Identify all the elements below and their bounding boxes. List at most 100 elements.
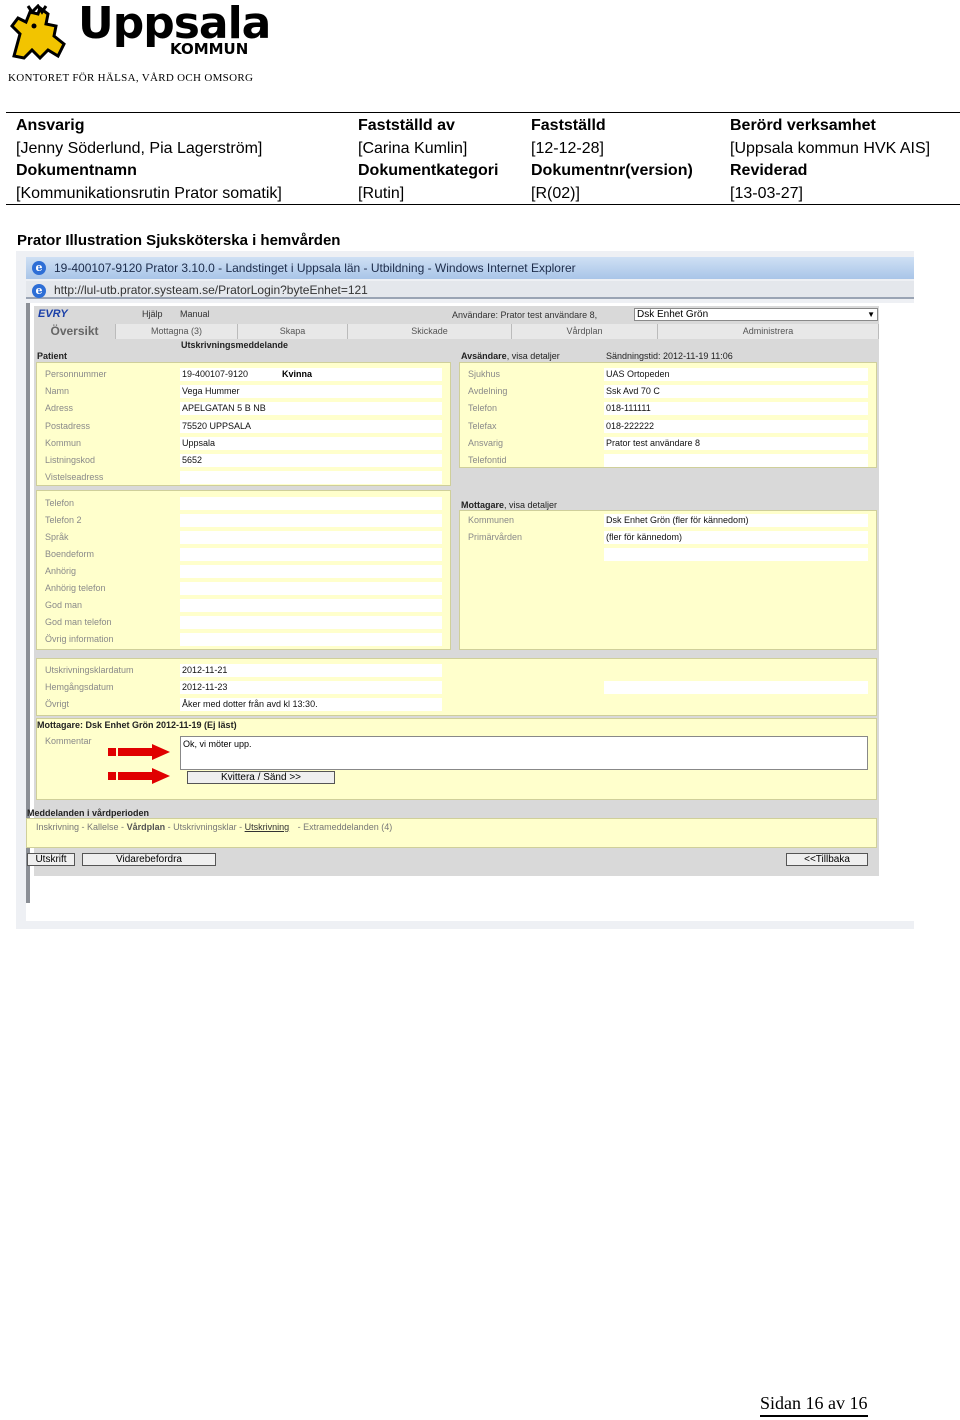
field-value: [180, 582, 442, 595]
red-arrow-icon: [108, 744, 170, 760]
field-value: Ssk Avd 70 C: [604, 385, 868, 399]
illustration-caption: Prator Illustration Sjuksköterska i hemv…: [17, 232, 341, 249]
office-subtitle: KONTORET FÖR HÄLSA, VÅRD OCH OMSORG: [8, 72, 254, 84]
field-label: Namn: [45, 386, 70, 397]
unit-select[interactable]: Dsk Enhet Grön ▼: [634, 308, 878, 321]
msg-utskrivningsklar[interactable]: Utskrivningsklar -: [173, 822, 242, 832]
msg-extra-separator: -: [297, 822, 301, 832]
field-label: Telefon: [468, 403, 498, 414]
unit-select-value: Dsk Enhet Grön: [637, 309, 709, 320]
message-links: Inskrivning - Kallelse - Vårdplan - Utsk…: [36, 822, 392, 832]
ansvarig-label: Ansvarig: [16, 117, 85, 134]
dropdown-arrow-icon: ▼: [867, 310, 875, 319]
reviderad-value: [13-03-27]: [730, 185, 803, 202]
field-value: [180, 531, 442, 544]
field-value: Vega Hummer: [180, 385, 442, 399]
field-label: Postadress: [45, 420, 91, 431]
sender-header-label: Avsändare: [461, 351, 507, 361]
field-label: Telefontid: [468, 455, 507, 465]
field-value: [180, 616, 442, 629]
field-label: Primärvården: [468, 532, 523, 542]
field-label: Telefax: [468, 420, 497, 431]
tab-skickade[interactable]: Skickade: [348, 324, 512, 339]
field-value: [180, 565, 442, 578]
browser-address-bar[interactable]: http://lul-utb.prator.systeam.se/PratorL…: [26, 281, 914, 299]
browser-titlebar: 19-400107-9120 Prator 3.10.0 - Landsting…: [26, 257, 914, 279]
discharge-empty-row: [604, 681, 868, 694]
field-label: Övrig information: [45, 634, 114, 644]
msg-vardplan[interactable]: Vårdplan: [127, 822, 166, 832]
field-value: UAS Ortopeden: [604, 368, 868, 381]
field-label: God man: [45, 600, 83, 610]
menu-help[interactable]: Hjälp: [142, 309, 163, 319]
dokumentnr-label: Dokumentnr(version): [531, 162, 693, 179]
field-label: Anhörig telefon: [45, 583, 106, 593]
field-value: APELGATAN 5 B NB: [180, 402, 442, 416]
field-label: Ansvarig: [468, 437, 504, 448]
dokumentnr-value: [R(02)]: [531, 185, 580, 202]
vidarebefordra-button[interactable]: Vidarebefordra: [82, 853, 216, 866]
field-label: Vistelseadress: [45, 472, 104, 483]
tillbaka-button[interactable]: <<Tillbaka: [786, 853, 868, 866]
field-value: [180, 599, 442, 612]
tab-mottagna[interactable]: Mottagna (3): [116, 324, 238, 339]
field-label: Listningskod: [45, 455, 96, 465]
tab-administrera[interactable]: Administrera: [658, 324, 879, 339]
tab-oversikt[interactable]: Översikt: [34, 324, 116, 339]
evry-logo: EVRY: [38, 308, 68, 320]
field-label: God man telefon: [45, 617, 112, 627]
field-value: 2012-11-23: [180, 681, 442, 694]
ie-logo-icon: e: [32, 261, 46, 275]
patient-header: Patient: [37, 351, 68, 361]
field-label: Avdelning: [468, 386, 508, 397]
field-value: 2012-11-21: [180, 664, 442, 677]
berord-verksamhet-value: [Uppsala kommun HVK AIS]: [730, 140, 931, 157]
receiver-details-link[interactable]: , visa detaljer: [504, 500, 557, 510]
msg-kallelse[interactable]: Kallelse -: [87, 822, 124, 832]
msg-utskrivning[interactable]: Utskrivning: [245, 822, 290, 832]
dokumentkategori-label: Dokumentkategori: [358, 162, 499, 179]
kvittera-send-button[interactable]: Kvittera / Sänd >>: [187, 771, 335, 784]
sender-details-link[interactable]: , visa detaljer: [507, 351, 560, 361]
faststalld-av-value: [Carina Kumlin]: [358, 140, 468, 157]
field-label: Boendeform: [45, 549, 95, 559]
field-value: Uppsala: [180, 436, 442, 450]
main-tabs: Översikt Mottagna (3) Skapa Skickade Vår…: [34, 324, 879, 339]
message-title: Utskrivningsmeddelande: [181, 340, 289, 350]
receiver-header: Mottagare, visa detaljer: [461, 500, 557, 510]
field-label: Övrigt: [45, 699, 70, 709]
field-value: Prator test användare 8: [604, 436, 868, 450]
field-value: 018-222222: [604, 419, 868, 433]
send-time: Sändningstid: 2012-11-19 11:06: [606, 351, 733, 361]
field-value: 75520 UPPSALA: [180, 419, 442, 433]
field-label: Hemgångsdatum: [45, 682, 114, 692]
utskrift-button[interactable]: Utskrift: [27, 853, 75, 866]
uppsala-lion-logo-icon: [10, 4, 66, 61]
field-label: Kommunen: [468, 515, 515, 525]
tab-skapa[interactable]: Skapa: [238, 324, 348, 339]
msg-inskrivning[interactable]: Inskrivning -: [36, 822, 85, 832]
faststalld-value: [12-12-28]: [531, 140, 604, 157]
tab-vardplan[interactable]: Vårdplan: [512, 324, 658, 339]
msg-separator: -: [165, 822, 174, 832]
field-label: Sjukhus: [468, 369, 501, 379]
field-value: Dsk Enhet Grön (fler för kännedom): [604, 514, 868, 527]
msg-extrameddelanden[interactable]: Extrameddelanden (4): [303, 822, 392, 832]
field-label: Telefon 2: [45, 515, 82, 525]
field-label: Utskrivningsklardatum: [45, 665, 134, 675]
ie-page-icon: e: [32, 284, 46, 298]
faststalld-label: Fastställd: [531, 117, 606, 134]
receiver-header-label: Mottagare: [461, 500, 505, 510]
field-label: Telefon: [45, 498, 75, 508]
field-value: 018-111111: [604, 402, 868, 416]
receiver-empty-row: [604, 548, 868, 561]
kommentar-textarea[interactable]: Ok, vi möter upp.: [180, 736, 868, 770]
recipient-status: Mottagare: Dsk Enhet Grön 2012-11-19 (Ej…: [37, 720, 237, 730]
menu-manual[interactable]: Manual: [180, 309, 210, 319]
field-label: Personnummer: [45, 369, 107, 379]
dokumentnamn-value: [Kommunikationsrutin Prator somatik]: [16, 185, 282, 202]
dokumentkategori-value: [Rutin]: [358, 185, 405, 202]
field-label: Anhörig: [45, 566, 77, 576]
user-label: Användare: Prator test användare 8,: [452, 310, 598, 320]
field-value: [180, 548, 442, 561]
